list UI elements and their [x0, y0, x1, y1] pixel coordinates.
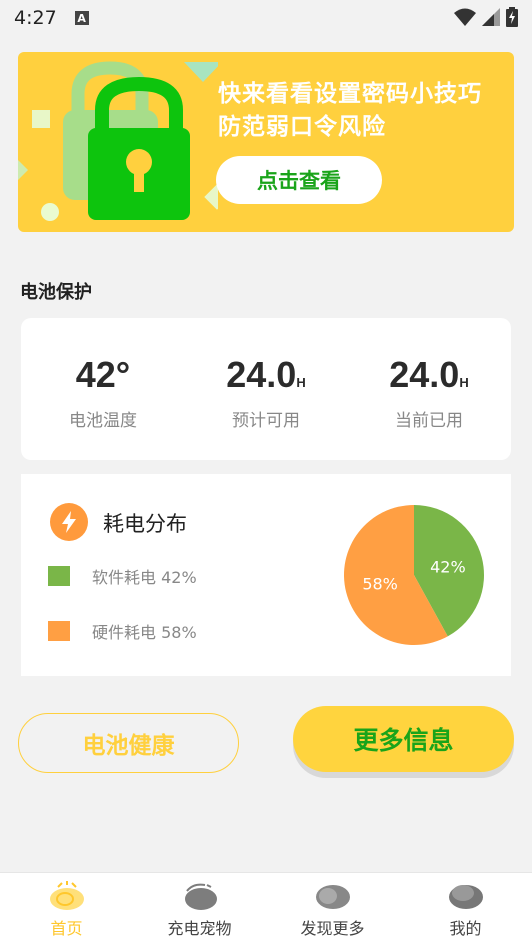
tab-label: 发现更多: [300, 919, 365, 938]
legend-label: 硬件耗电 58%: [92, 623, 197, 642]
section-title: 电池保护: [20, 282, 92, 303]
stat-estimated-available: 24.0H 预计可用: [186, 354, 346, 431]
power-distribution-card: 耗电分布 软件耗电 42% 硬件耗电 58% 42% 58%: [21, 474, 511, 676]
bottom-tab-bar: 首页 充电宠物 发现更多 我的: [0, 872, 532, 945]
more-info-button[interactable]: 更多信息: [293, 706, 514, 772]
view-tips-button[interactable]: 点击查看: [216, 156, 382, 204]
signal-icon: [482, 8, 500, 26]
status-time: 4:27: [14, 7, 57, 29]
lightning-icon: [50, 503, 88, 541]
legend-item-software: 软件耗电 42%: [48, 564, 197, 588]
stat-value: 42°: [75, 354, 131, 395]
tab-home[interactable]: 首页: [0, 873, 133, 945]
stat-unit: H: [296, 375, 306, 390]
tab-label: 首页: [50, 919, 83, 938]
password-tip-banner[interactable]: 快来看看设置密码小技巧 防范弱口令风险 点击查看: [18, 52, 514, 232]
charging-pet-tab-icon: [184, 883, 217, 910]
battery-icon: [506, 7, 518, 27]
status-bar: 4:27 A: [0, 0, 532, 36]
legend-swatch: [48, 566, 70, 586]
legend-label: 软件耗电 42%: [92, 568, 197, 587]
legend-swatch: [48, 621, 70, 641]
discover-tab-icon: [315, 885, 350, 909]
tab-discover[interactable]: 发现更多: [266, 873, 399, 945]
battery-health-button[interactable]: 电池健康: [18, 713, 239, 773]
banner-headline: 快来看看设置密码小技巧 防范弱口令风险: [218, 78, 482, 144]
notification-icon: A: [74, 11, 89, 25]
stat-value: 24.0: [226, 354, 297, 395]
stat-current-used: 24.0H 当前已用: [349, 354, 509, 431]
tab-charging-pet[interactable]: 充电宠物: [133, 873, 266, 945]
wifi-icon: [454, 8, 476, 26]
home-tab-icon: [49, 881, 84, 910]
tab-label: 我的: [449, 919, 482, 938]
tab-label: 充电宠物: [167, 919, 232, 938]
pie-label-software: 42%: [430, 557, 466, 576]
distribution-title: 耗电分布: [103, 512, 187, 536]
battery-stats-card: 42° 电池温度 24.0H 预计可用 24.0H 当前已用: [21, 318, 511, 460]
lock-illustration-icon: [18, 61, 218, 221]
stat-label: 当前已用: [395, 411, 463, 431]
banner-line-2: 防范弱口令风险: [218, 114, 386, 140]
power-pie-chart: 42% 58%: [344, 505, 484, 645]
stat-label: 预计可用: [232, 411, 300, 431]
stat-value: 24.0: [389, 354, 460, 395]
banner-line-1: 快来看看设置密码小技巧: [218, 81, 482, 107]
stat-temperature: 42° 电池温度: [23, 354, 183, 431]
pie-label-hardware: 58%: [362, 575, 398, 594]
stat-label: 电池温度: [69, 411, 137, 431]
legend-item-hardware: 硬件耗电 58%: [48, 619, 197, 643]
tab-mine[interactable]: 我的: [399, 873, 532, 945]
profile-tab-icon: [448, 885, 483, 909]
stat-unit: H: [459, 375, 469, 390]
